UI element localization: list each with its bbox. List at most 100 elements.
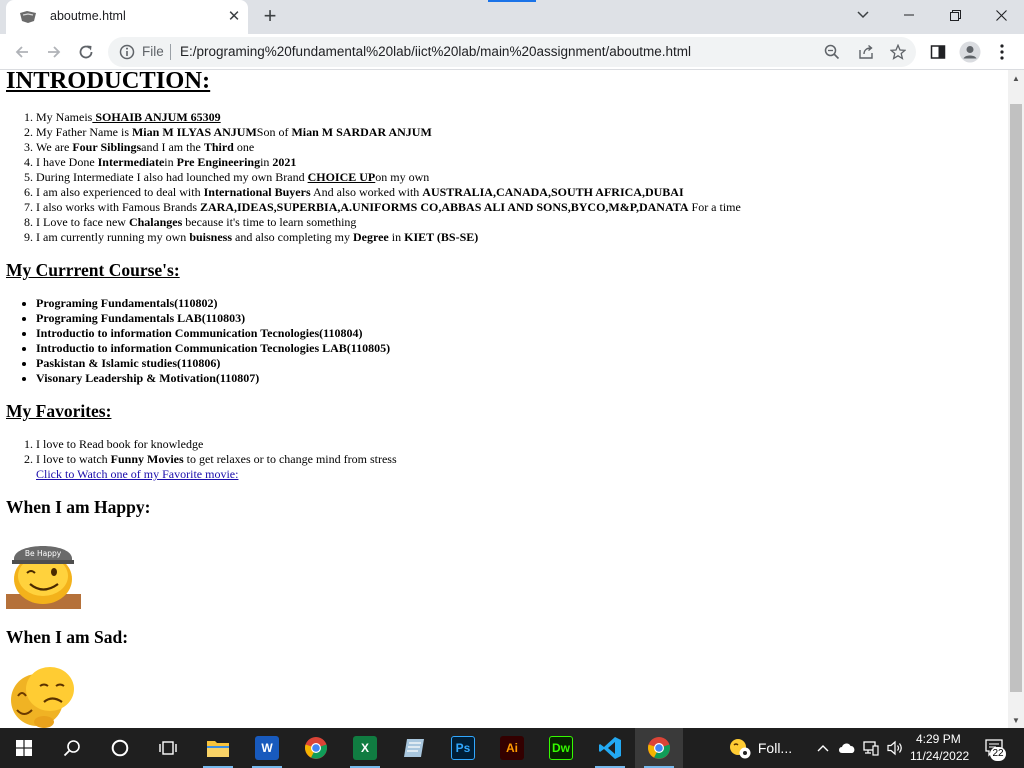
taskbar-word[interactable]: W [243,728,291,768]
tab-accent-bar [488,0,536,2]
list-item: My Nameis SOHAIB ANJUM 65309 [36,110,741,125]
svg-text:Be Happy: Be Happy [25,549,62,558]
taskbar-chrome[interactable] [292,728,340,768]
folder-icon [207,741,229,757]
profile-icon [959,41,981,63]
reload-icon [79,45,93,59]
forward-button[interactable] [40,38,68,66]
reload-button[interactable] [72,38,100,66]
taskbar-file-explorer[interactable] [194,728,242,768]
close-icon [995,9,1007,21]
onedrive-tray-button[interactable] [836,728,858,768]
taskbar-vscode[interactable] [586,728,634,768]
task-view-button[interactable] [144,728,192,768]
zoom-button[interactable] [822,42,842,62]
share-button[interactable] [856,42,876,62]
taskbar-chrome-active[interactable] [635,728,683,768]
notification-count-badge: 22 [990,747,1006,761]
list-item: I am currently running my own buisness a… [36,230,741,245]
list-item: I love to Read book for knowledge [36,437,397,452]
profile-button[interactable] [956,38,984,66]
window-close-button[interactable] [978,0,1024,30]
sad-heading: When I am Sad: [6,627,129,647]
courses-list: Programing Fundamentals(110802) Programi… [0,296,390,386]
list-item: My Father Name is Mian M ILYAS ANJUMSon … [36,125,741,140]
network-tray-button[interactable] [860,728,882,768]
scheme-label: File [142,44,164,59]
windows-taskbar: W X Ps Ai Dw Foll... 4:29 PM 11/24/2022 … [0,728,1024,768]
minimize-button[interactable] [886,0,932,30]
illustrator-icon: Ai [500,736,524,760]
vertical-scrollbar[interactable]: ▲ ▼ [1008,70,1024,728]
menu-button[interactable] [988,38,1016,66]
clock-date[interactable]: 11/24/2022 [910,749,969,763]
list-item: I am also experienced to deal with Inter… [36,185,741,200]
list-item: I also works with Famous Brands ZARA,IDE… [36,200,741,215]
side-panel-button[interactable] [924,38,952,66]
side-panel-icon [930,45,946,59]
taskbar-search-button[interactable] [48,728,96,768]
taskbar-dreamweaver[interactable]: Dw [537,728,585,768]
browser-tab-active[interactable]: aboutme.html ✕ [6,0,248,34]
word-icon: W [255,736,279,760]
pinned-window-label: Foll... [757,740,793,756]
scroll-down-arrow-icon[interactable]: ▼ [1008,712,1024,728]
taskbar-excel[interactable]: X [341,728,389,768]
new-tab-button[interactable]: + [258,5,282,28]
url-text[interactable]: E:/programing%20fundamental%20lab/iict%2… [180,44,691,59]
happy-emoji-image: Be Happy [6,534,81,609]
intro-list: My Nameis SOHAIB ANJUM 65309 My Father N… [0,110,741,245]
course-item: Visonary Leadership & Motivation(110807) [36,371,390,386]
show-hidden-icons-button[interactable] [812,728,834,768]
dreamweaver-icon: Dw [549,736,573,760]
scrollbar-thumb[interactable] [1010,104,1022,692]
course-item: Programing Fundamentals(110802) [36,296,390,311]
clock-time[interactable]: 4:29 PM [916,732,961,746]
cortana-circle-icon [111,739,129,757]
favorites-list: I love to Read book for knowledge I love… [0,437,397,482]
address-bar[interactable]: File E:/programing%20fundamental%20lab/i… [108,37,916,67]
taskbar-notes-app[interactable] [390,728,438,768]
photoshop-icon: Ps [451,736,475,760]
back-button[interactable] [8,38,36,66]
taskbar-photoshop[interactable]: Ps [439,728,487,768]
kebab-menu-icon [1000,44,1004,60]
browser-titlebar: aboutme.html ✕ + [0,0,1024,34]
star-icon [890,44,906,60]
favorites-heading: My Favorites: [6,401,112,421]
tab-close-icon[interactable]: ✕ [224,7,244,27]
excel-icon: X [353,736,377,760]
tab-search-button[interactable] [840,0,886,30]
page-content: INTRODUCTION: My Nameis SOHAIB ANJUM 653… [0,70,1008,728]
list-item: I love to watch Funny Movies to get rela… [36,452,397,482]
chrome-icon [648,737,670,759]
omnibox-divider [170,44,171,60]
taskbar-pinned-window[interactable]: Foll... [722,728,798,768]
windows-logo-icon [16,740,32,756]
back-arrow-icon [15,46,28,58]
forward-arrow-icon [48,46,61,58]
chrome-icon [305,737,327,759]
browser-toolbar: File E:/programing%20fundamental%20lab/i… [0,34,1024,70]
list-item: I have Done Intermediatein Pre Engineeri… [36,155,741,170]
cortana-button[interactable] [96,728,144,768]
task-view-icon [159,741,177,755]
vscode-icon [599,737,621,759]
tab-title: aboutme.html [50,9,126,23]
list-item: I Love to face new Chalanges because it'… [36,215,741,230]
favorite-movie-link[interactable]: Click to Watch one of my Favorite movie: [36,467,397,482]
taskbar-illustrator[interactable]: Ai [488,728,536,768]
course-item: Programing Fundamentals LAB(110803) [36,311,390,326]
restore-button[interactable] [932,0,978,30]
list-item: We are Four Siblingsand I am the Third o… [36,140,741,155]
share-icon [859,44,873,59]
network-icon [863,741,879,756]
volume-tray-button[interactable] [884,728,906,768]
introduction-heading: INTRODUCTION: [6,70,211,94]
bookmark-button[interactable] [888,42,908,62]
info-icon[interactable] [119,44,135,60]
search-icon [63,740,80,757]
start-button[interactable] [0,728,48,768]
course-item: Introductio to information Communication… [36,341,390,356]
scroll-up-arrow-icon[interactable]: ▲ [1008,70,1024,86]
